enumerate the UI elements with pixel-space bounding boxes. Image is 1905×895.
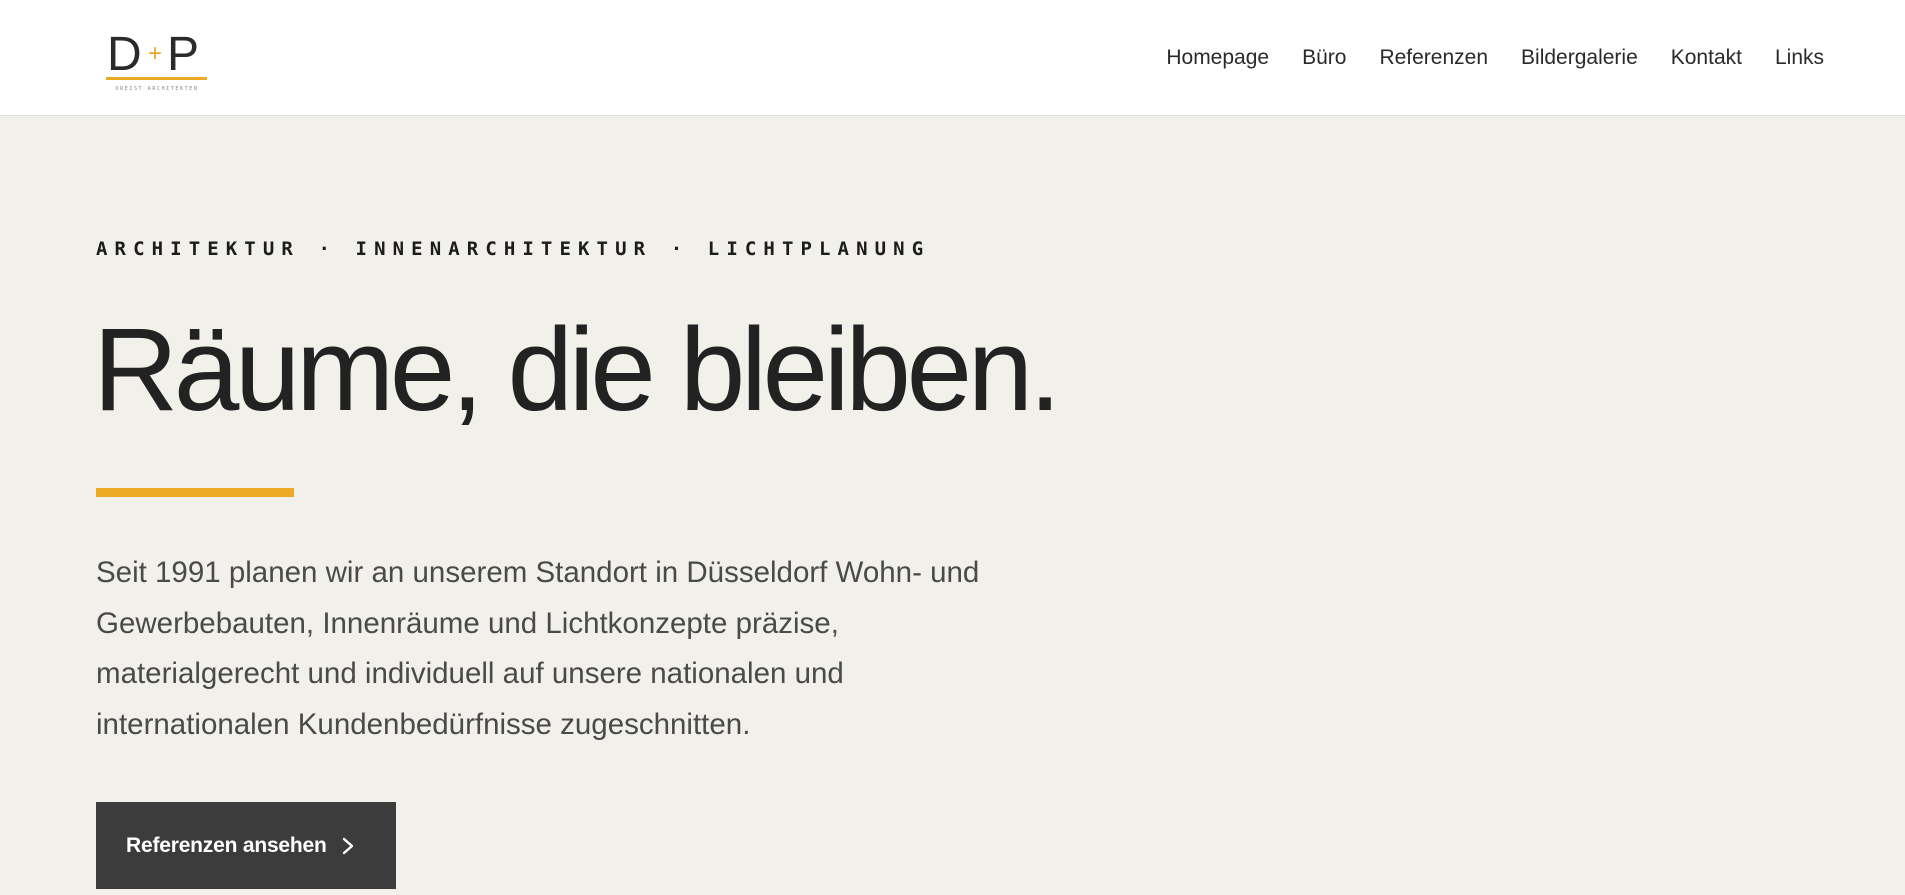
hero-intro: Seit 1991 planen wir an unserem Standort… [96,548,1056,750]
nav-item-referenzen[interactable]: Referenzen [1379,44,1488,72]
logo-underline [106,77,207,80]
nav-item-homepage[interactable]: Homepage [1166,44,1269,72]
referenzen-button-label: Referenzen ansehen [126,833,327,857]
intro-line: Gewerbebauten, Innenräume und Lichtkonze… [96,606,839,640]
site-header: D + P DREIST ARCHITEKTEN Homepage Büro R… [0,0,1905,116]
accent-divider [96,488,294,497]
hero-eyebrow: ARCHITEKTUR · INNENARCHITEKTUR · LICHTPL… [96,238,931,260]
logo-plus: + [148,40,162,67]
referenzen-button[interactable]: Referenzen ansehen [96,802,396,889]
logo-p: P [167,28,199,81]
nav-item-bildergalerie[interactable]: Bildergalerie [1521,44,1638,72]
hero-headline: Räume, die bleiben. [93,304,1062,436]
intro-line: internationalen Kundenbedürfnisse zugesc… [96,707,751,741]
intro-line: materialgerecht und individuell auf unse… [96,657,844,690]
chevron-right-icon [342,837,353,854]
logo-tagline: DREIST ARCHITEKTEN [116,86,199,92]
nav-item-buero[interactable]: Büro [1302,44,1346,72]
main-nav: Homepage Büro Referenzen Bildergalerie K… [1166,44,1824,72]
logo-icon: D + P DREIST ARCHITEKTEN [106,28,207,92]
nav-item-links[interactable]: Links [1775,44,1824,72]
logo-d: D [107,28,142,81]
intro-line: Seit 1991 planen wir an unserem Standort… [96,556,980,589]
nav-item-kontakt[interactable]: Kontakt [1671,44,1742,72]
